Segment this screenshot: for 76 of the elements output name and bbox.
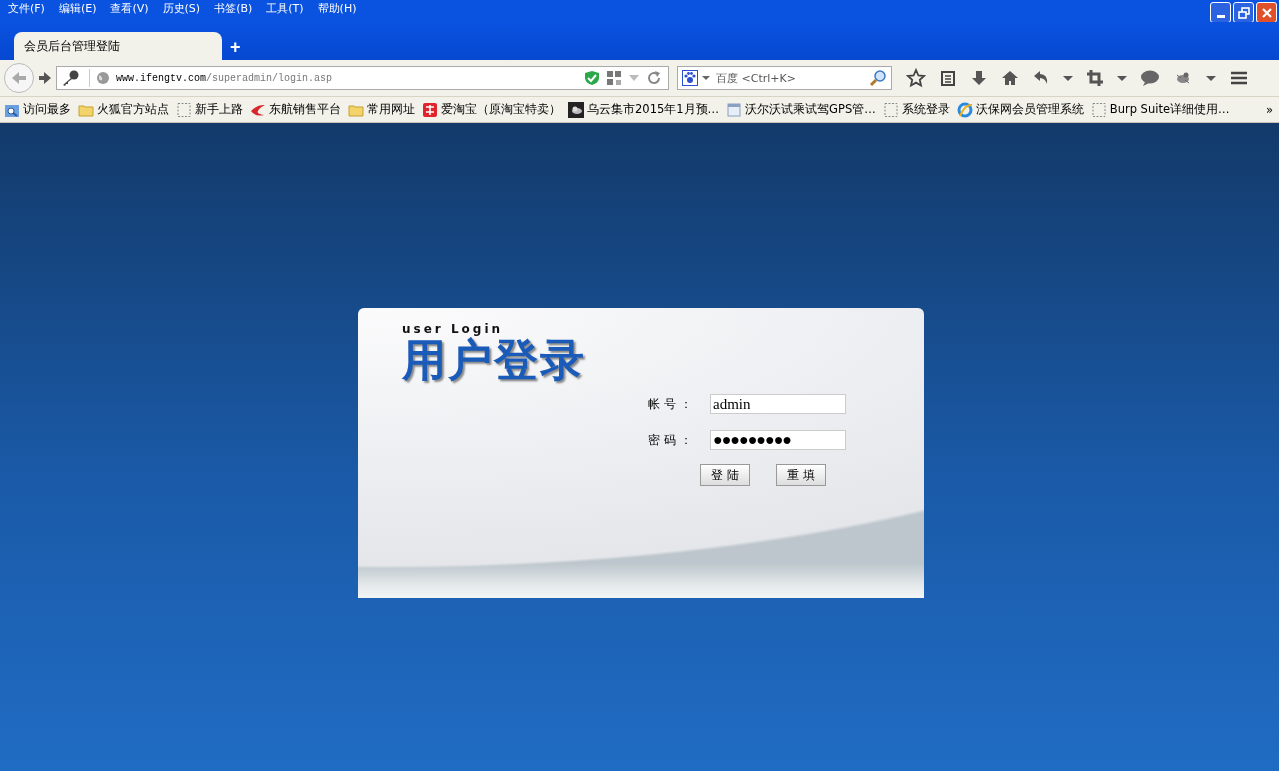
menu-item[interactable]: 查看(V) [110, 1, 149, 16]
blank-page-icon [882, 101, 899, 118]
bookmark-label: 系统登录 [901, 102, 950, 117]
field-label: 帐 号 ： [648, 395, 693, 413]
bookmark-item[interactable]: 新手上路 [176, 101, 243, 118]
menu-item[interactable]: 历史(S) [162, 1, 201, 16]
address-bar[interactable]: www.ifengtv.com/superadmin/login.asp [56, 66, 669, 90]
bookmark-label: 访问最多 [23, 102, 71, 117]
bookmark-label: 沃尔沃试乘试驾GPS管… [745, 102, 876, 117]
username-field[interactable]: admin [710, 394, 846, 414]
shop-icon [422, 101, 438, 118]
chat-icon[interactable] [1140, 69, 1160, 87]
restore-icon [1237, 6, 1250, 19]
qr-code-icon[interactable] [606, 70, 622, 86]
shield-icon [584, 70, 600, 86]
bookmark-item[interactable]: 访问最多 [4, 101, 71, 118]
crop-icon[interactable] [1086, 69, 1104, 87]
password-field[interactable]: ●●●●●●●●● [710, 430, 846, 450]
blank-page-icon [176, 101, 192, 118]
back-arrow-icon [10, 70, 28, 86]
bookmark-label: 爱淘宝（原淘宝特卖） [441, 102, 561, 117]
close-button[interactable] [1256, 2, 1277, 23]
reset-button[interactable]: 重 填 [776, 464, 826, 486]
menu-item[interactable]: 工具(T) [266, 1, 304, 16]
download-icon[interactable] [970, 69, 988, 87]
dropdown-icon[interactable] [1063, 74, 1073, 82]
cloud-icon [568, 101, 584, 118]
minimize-button[interactable] [1210, 2, 1231, 23]
globe-icon [96, 71, 110, 85]
bookmark-item[interactable]: 火狐官方站点 [78, 101, 169, 118]
bookmark-item[interactable]: 系统登录 [882, 101, 950, 118]
star-icon[interactable] [906, 68, 926, 88]
browser-tab[interactable]: 会员后台管理登陆 [14, 32, 222, 60]
menu-icon[interactable] [1229, 69, 1249, 87]
bookmark-item[interactable]: Burp Suite详细使用… [1090, 101, 1230, 118]
bookmark-label: Burp Suite详细使用… [1109, 102, 1230, 117]
bookmark-item[interactable]: 东航销售平台 [250, 101, 341, 118]
paw-icon [682, 70, 698, 86]
dropdown-icon[interactable] [1117, 74, 1127, 82]
bookmark-item[interactable]: 爱淘宝（原淘宝特卖） [422, 101, 561, 118]
more-bookmarks-button[interactable]: » [1265, 102, 1279, 117]
bookmark-label: 常用网址 [367, 102, 415, 117]
bookmark-label: 乌云集市2015年1月预… [587, 102, 720, 117]
bookmark-item[interactable]: 沃保网会员管理系统 [956, 101, 1084, 118]
bookmark-item[interactable]: 常用网址 [348, 101, 415, 118]
new-tab-button[interactable]: + [230, 37, 241, 58]
forward-arrow-icon [38, 71, 52, 85]
menu-item[interactable]: 编辑(E) [58, 1, 97, 16]
search-bar[interactable]: 百度 <Ctrl+K> [677, 66, 892, 90]
url-text: www.ifengtv.com/superadmin/login.asp [116, 72, 334, 84]
search-icon[interactable] [869, 69, 887, 87]
bookmark-label: 火狐官方站点 [97, 102, 169, 117]
bookmark-label: 东航销售平台 [269, 102, 341, 117]
menu-item[interactable]: 文件(F) [8, 1, 45, 16]
menu-item[interactable]: 帮助(H) [317, 1, 357, 16]
subtitle: user Login [402, 322, 505, 336]
close-icon [1260, 6, 1273, 19]
menu-item[interactable]: 书签(B) [214, 1, 253, 16]
bookmark-label: 新手上路 [195, 102, 243, 117]
login-title: 用户登录 [402, 336, 586, 385]
field-label: 密 码 ： [648, 431, 693, 449]
home-icon[interactable] [1001, 69, 1019, 87]
login-button[interactable]: 登 陆 [700, 464, 750, 486]
clipboard-icon[interactable] [939, 69, 957, 87]
forward-button[interactable] [38, 71, 52, 85]
blank-page-icon [1090, 101, 1107, 118]
globe-icon [956, 101, 973, 118]
page-icon [726, 101, 743, 118]
reload-icon[interactable] [646, 70, 662, 86]
dropdown-icon[interactable] [1206, 74, 1216, 82]
bookmark-label: 沃保网会员管理系统 [975, 102, 1084, 117]
minimize-icon [1216, 15, 1225, 18]
bookmark-item[interactable]: 沃尔沃试乘试驾GPS管… [726, 101, 876, 118]
bookmark-item[interactable]: 乌云集市2015年1月预… [568, 101, 720, 118]
dropdown-icon[interactable] [702, 75, 710, 81]
restore-button[interactable] [1233, 2, 1254, 23]
